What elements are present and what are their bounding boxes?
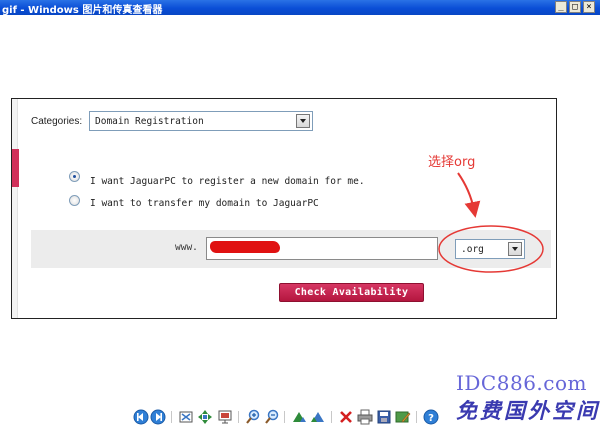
radio-register-new-label: I want JaguarPC to register a new domain…	[90, 176, 365, 187]
zoom-out-icon[interactable]	[264, 409, 280, 425]
edit-icon[interactable]	[395, 409, 411, 425]
toolbar-separator	[238, 411, 239, 423]
slideshow-icon[interactable]	[217, 409, 233, 425]
toolbar-separator	[284, 411, 285, 423]
zoom-in-icon[interactable]	[245, 409, 261, 425]
radio-transfer[interactable]	[69, 195, 80, 206]
delete-icon[interactable]	[338, 409, 354, 425]
rotate-clockwise-icon[interactable]	[291, 409, 307, 425]
redaction-mark	[210, 241, 280, 253]
best-fit-icon[interactable]	[178, 409, 194, 425]
toolbar-separator	[416, 411, 417, 423]
next-image-icon[interactable]	[150, 409, 166, 425]
www-label: www.	[175, 242, 198, 253]
maximize-button[interactable]: □	[569, 1, 581, 13]
left-accent-tab	[12, 149, 19, 187]
domain-input-row: www. .org	[31, 230, 551, 268]
check-availability-button[interactable]: Check Availability	[279, 283, 424, 302]
categories-select-value: Domain Registration	[95, 116, 204, 127]
tld-select-value: .org	[461, 244, 484, 255]
minimize-button[interactable]: _	[555, 1, 567, 13]
tld-select[interactable]: .org	[455, 239, 525, 259]
categories-select[interactable]: Domain Registration	[89, 111, 313, 131]
categories-label: Categories:	[31, 116, 83, 127]
close-button[interactable]: ×	[583, 1, 595, 13]
radio-transfer-label: I want to transfer my domain to JaguarPC	[90, 198, 319, 209]
left-edge-strip	[12, 99, 18, 318]
prev-image-icon[interactable]	[133, 409, 149, 425]
rotate-counterclockwise-icon[interactable]	[310, 409, 326, 425]
help-icon[interactable]: ?	[423, 409, 439, 425]
domain-form-panel: Categories: Domain Registration I want J…	[11, 98, 557, 319]
chevron-down-icon[interactable]	[508, 242, 522, 256]
actual-size-icon[interactable]	[197, 409, 213, 425]
svg-text:?: ?	[428, 413, 434, 424]
toolbar-separator	[331, 411, 332, 423]
viewer-toolbar: ?	[133, 409, 443, 427]
title-bar: gif - Windows 图片和传真查看器 _ □ ×	[0, 0, 600, 16]
annotation-text: 选择org	[428, 155, 476, 170]
save-icon[interactable]	[376, 409, 392, 425]
print-icon[interactable]	[357, 409, 373, 425]
domain-name-input[interactable]	[206, 237, 438, 260]
window-title: gif - Windows 图片和传真查看器	[2, 5, 163, 16]
toolbar-separator	[171, 411, 172, 423]
watermark-chinese: 免费国外空间	[456, 398, 600, 423]
watermark-domain: IDC886.com	[456, 371, 587, 395]
radio-register-new[interactable]	[69, 171, 80, 182]
chevron-down-icon[interactable]	[296, 114, 310, 128]
